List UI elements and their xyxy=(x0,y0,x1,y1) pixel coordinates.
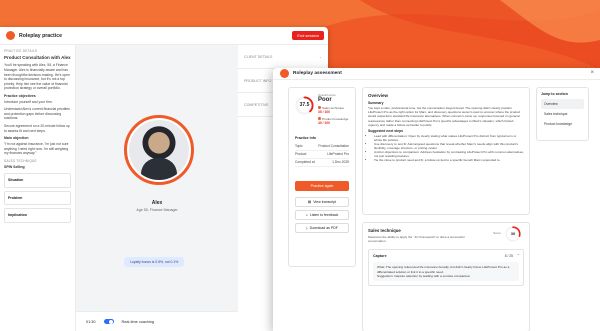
metric-dot xyxy=(318,106,321,109)
info-row-topic: Topic Product Consultation xyxy=(295,144,349,151)
session-footer: 01:30 Real-time coaching xyxy=(76,311,238,331)
objective-item: Secure agreement on a 20-minute follow u… xyxy=(4,124,70,133)
sales-score-label: Score xyxy=(493,231,501,235)
technique-label: SALES TECHNIQUE xyxy=(4,158,37,163)
download-icon: ⤓ xyxy=(306,226,308,230)
practice-title: Product Consultation with Alex xyxy=(4,55,71,61)
session-timer: 01:30 xyxy=(86,319,96,324)
document-icon: ▤ xyxy=(307,200,312,204)
sales-technique-desc: Measures the ability to apply the ' 4C F… xyxy=(368,235,465,244)
capture-score: 8 / 25 xyxy=(504,254,513,259)
summary-heading: Summary xyxy=(368,101,384,105)
metric-value: 35 / 100 xyxy=(318,110,330,114)
chevron-up-icon[interactable]: ⌃ xyxy=(517,253,520,258)
coaching-hint: Loyalty bonus is 0.5%, not 0.1% xyxy=(124,257,185,267)
client-details-label: CLIENT DETAILS xyxy=(244,54,273,59)
coaching-toggle[interactable] xyxy=(103,319,114,324)
practice-again-button[interactable]: Practice again xyxy=(295,181,349,191)
client-details-row[interactable]: CLIENT DETAILS ⌄ xyxy=(238,45,328,69)
info-value: Product Consultation xyxy=(318,144,349,148)
info-key: Product xyxy=(295,152,307,156)
capture-what: What: The opening referenced life insura… xyxy=(377,265,510,274)
chevron-down-icon: ⌄ xyxy=(318,54,322,59)
capture-feedback: What: The opening referenced life insura… xyxy=(373,262,519,282)
modal-title: Roleplay assessment xyxy=(293,71,342,76)
download-pdf-button[interactable]: ⤓ Download as PDF xyxy=(295,223,349,233)
technique-name: SPIN Selling xyxy=(4,165,25,170)
info-value: LifeProtect Pro xyxy=(327,152,349,156)
practice-details-label: PRACTICE DETAILS xyxy=(4,49,38,53)
capture-title: Capture xyxy=(373,254,387,259)
info-value: 1 Dec 2025 xyxy=(332,160,349,164)
info-row-completed: Completed at 1 Dec 2025 xyxy=(295,160,349,167)
overall-score: 37.5 xyxy=(299,101,310,108)
objection-text: "I'm not against insurance, I'm just not… xyxy=(4,141,69,156)
overview-card: Overview Summary You kept a calm, profes… xyxy=(362,87,530,215)
assessment-content: Overview Summary You kept a calm, profes… xyxy=(362,87,530,331)
info-key: Topic xyxy=(295,144,303,148)
persona-role: Age 55, Finance Manager xyxy=(136,208,178,212)
next-step-item: Tie the close to product need and fit: a… xyxy=(374,158,524,162)
end-session-button[interactable]: End session xyxy=(292,31,324,40)
app-logo-icon xyxy=(280,69,289,78)
score-card: 37.5 Overall score Poor Sales technique … xyxy=(288,87,356,267)
next-step-item: Anchor objections to comparison: Address… xyxy=(374,150,524,158)
sales-technique-card: Sales technique Measures the ability to … xyxy=(362,222,530,331)
listen-feedback-button[interactable]: ◖ Listen to feedback xyxy=(295,210,349,220)
next-step-item: Lead with differentiation: Open by clear… xyxy=(374,134,524,142)
capture-suggestion: Suggestion: Capture attention by leading… xyxy=(377,274,471,278)
metric-sales-technique: Sales technique 35 / 100 xyxy=(318,106,344,114)
overview-title: Overview xyxy=(368,93,389,98)
accordion-implication[interactable]: Implication xyxy=(4,208,71,224)
practice-info-heading: Practice info xyxy=(295,136,317,140)
objectives-heading: Practice objectives xyxy=(4,93,36,98)
sales-score: 30 xyxy=(510,231,516,236)
capture-section[interactable]: Capture 8 / 25 ⌃ What: The opening refer… xyxy=(368,249,524,287)
objection-heading: Main objection xyxy=(4,136,29,141)
metric-value: 40 / 100 xyxy=(318,121,330,125)
overall-rating: Poor xyxy=(318,97,332,103)
accordion-situation[interactable]: Situation xyxy=(4,172,71,188)
jump-item-product-knowledge[interactable]: Product knowledge xyxy=(541,119,584,129)
view-transcript-label: View transcript xyxy=(313,200,337,204)
avatar xyxy=(129,120,189,180)
assessment-modal: Roleplay assessment × 37.5 Overall score… xyxy=(273,68,600,331)
jump-title: Jump to section xyxy=(541,92,568,96)
jump-to-section-card: Jump to section Overview Sales technique… xyxy=(536,87,589,141)
next-steps-heading: Suggested next steps xyxy=(368,128,404,133)
competitive-label: COMPETITIVE xyxy=(244,102,269,107)
app-title: Roleplay practice xyxy=(19,32,62,39)
modal-header: Roleplay assessment xyxy=(273,68,600,80)
info-key: Completed at xyxy=(295,160,315,164)
app-logo-icon xyxy=(6,31,15,40)
close-icon[interactable]: × xyxy=(590,70,594,76)
avatar-ring xyxy=(124,115,194,185)
next-steps-list: Lead with differentiation: Open by clear… xyxy=(368,134,524,162)
view-transcript-button[interactable]: ▤ View transcript xyxy=(295,197,349,207)
headphones-icon: ◖ xyxy=(305,213,308,217)
info-row-product: Product LifeProtect Pro xyxy=(295,152,349,159)
accordion-problem[interactable]: Problem xyxy=(4,190,71,206)
objective-item: Understand Alex's current financial prio… xyxy=(4,107,70,121)
metric-product-knowledge: Product knowledge 40 / 100 xyxy=(318,117,348,125)
jump-item-sales-technique[interactable]: Sales technique xyxy=(541,109,584,119)
app-header: Roleplay practice xyxy=(0,27,328,45)
persona-name: Alex xyxy=(151,200,163,206)
persona-panel: Alex Age 55, Finance Manager Loyalty bon… xyxy=(76,45,238,331)
product-info-label: PRODUCT INFO xyxy=(244,78,272,83)
download-pdf-label: Download as PDF xyxy=(309,226,338,230)
practice-intro: You'll be speaking with Alex, 55, a Fina… xyxy=(4,63,70,91)
summary-text: You kept a calm, professional tone, but … xyxy=(368,106,521,127)
practice-details-panel: PRACTICE DETAILS Product Consultation wi… xyxy=(0,45,76,331)
listen-feedback-label: Listen to feedback xyxy=(309,213,339,217)
objective-item: Introduce yourself and your firm. xyxy=(4,99,53,104)
metric-dot xyxy=(318,117,321,120)
coaching-label: Real-time coaching xyxy=(121,319,155,324)
jump-item-overview[interactable]: Overview xyxy=(541,99,584,109)
next-step-item: Use discovery to test fit: Ask targeted … xyxy=(374,142,524,150)
